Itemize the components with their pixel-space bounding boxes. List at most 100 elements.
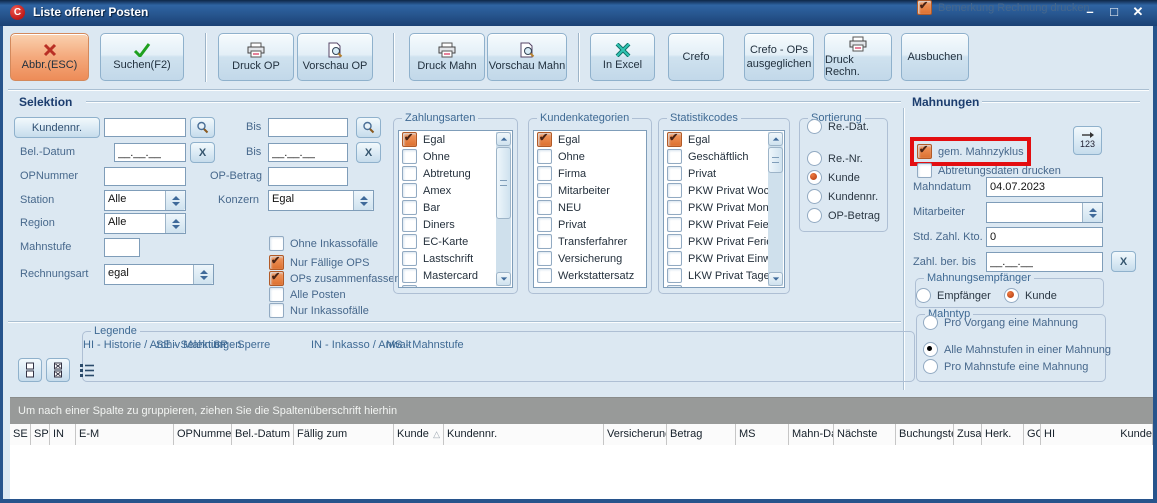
checkbox-icon[interactable] [402, 132, 417, 147]
preview-op-button[interactable]: Vorschau OP [297, 33, 373, 81]
checkbox-icon[interactable] [402, 149, 417, 164]
empfaenger-option[interactable]: Empfänger [916, 288, 991, 303]
column-header[interactable]: Fällig zum [294, 424, 394, 445]
preview-mahn-button[interactable]: Vorschau Mahn [487, 33, 567, 81]
list-view-button[interactable] [75, 358, 99, 382]
sort-option[interactable]: OP-Betrag [807, 208, 880, 223]
checkbox-icon[interactable] [269, 287, 284, 302]
column-header[interactable]: OPNummer [174, 424, 232, 445]
mitarbeiter-combo[interactable] [986, 202, 1103, 223]
zahl-ber-bis-clear-button[interactable]: X [1111, 251, 1136, 272]
column-header[interactable]: E-M [76, 424, 174, 445]
checkbox-icon[interactable] [402, 268, 417, 283]
list-item[interactable]: Egal [664, 131, 768, 148]
list-item[interactable]: LKW Privat Tages [664, 267, 768, 284]
checkbox-icon[interactable] [402, 166, 417, 181]
column-header[interactable]: HI [1041, 424, 1117, 445]
bel-datum-von-input[interactable] [114, 143, 186, 162]
checkbox-icon[interactable] [537, 251, 552, 266]
checkbox-icon[interactable] [402, 183, 417, 198]
list-item[interactable]: Firma [534, 165, 646, 182]
list-item[interactable]: LKW Privat Tages [664, 284, 768, 288]
option-checkbox[interactable]: Alle Posten [269, 287, 346, 302]
grid-body[interactable] [10, 445, 1153, 499]
kundennr-von-search-button[interactable] [190, 117, 215, 138]
check-all-button[interactable] [46, 358, 70, 382]
column-header[interactable]: Mahn-Dat. [789, 424, 834, 445]
region-combo[interactable]: Alle [104, 213, 186, 234]
checkbox-icon[interactable] [269, 255, 284, 270]
checkbox-icon[interactable] [917, 144, 932, 159]
column-header[interactable]: SE [10, 424, 31, 445]
std-zahl-kto-input[interactable] [986, 227, 1103, 247]
scrollbar-thumb[interactable] [496, 147, 511, 219]
radio-icon[interactable] [807, 151, 822, 166]
list-item[interactable]: PKW Privat Monat [664, 199, 768, 216]
kundenkategorien-list[interactable]: Egal Ohne Firma Mitarbeiter NEU Privat [533, 130, 647, 288]
checkbox-icon[interactable] [402, 251, 417, 266]
list-item[interactable]: Versicherung [534, 250, 646, 267]
checkbox-icon[interactable] [667, 285, 682, 288]
checkbox-icon[interactable] [667, 149, 682, 164]
mahntyp-option[interactable]: Pro Mahnstufe eine Mahnung [923, 359, 1088, 374]
crefo-ops-button[interactable]: Crefo - OPs ausgeglichen [744, 33, 814, 81]
scroll-down-icon[interactable] [768, 272, 783, 286]
radio-icon[interactable] [923, 359, 938, 374]
opnummer-input[interactable] [104, 167, 186, 186]
checkbox-icon[interactable] [667, 268, 682, 283]
checkbox-icon[interactable] [269, 236, 284, 251]
list-item[interactable]: Geschäftlich [664, 148, 768, 165]
search-button[interactable]: Suchen(F2) [100, 33, 184, 81]
column-header[interactable]: Betrag [667, 424, 736, 445]
sort-option[interactable]: Kunde [807, 170, 860, 185]
spinner-icon[interactable] [165, 214, 185, 233]
rechnungsart-combo[interactable]: egal [104, 264, 214, 285]
column-header[interactable]: Zusatztext [954, 424, 982, 445]
checkbox-icon[interactable] [269, 271, 284, 286]
mahntyp-option[interactable]: Pro Vorgang eine Mahnung [923, 315, 1078, 330]
list-item[interactable]: NEU [534, 199, 646, 216]
bel-datum-bis-clear-button[interactable]: X [356, 142, 381, 163]
kundennr-button[interactable]: Kundennr. [14, 117, 100, 138]
option-checkbox[interactable]: Ohne Inkassofälle [269, 236, 378, 251]
scroll-up-icon[interactable] [768, 132, 783, 146]
checkbox-icon[interactable] [667, 251, 682, 266]
checkbox-icon[interactable] [537, 234, 552, 249]
checkbox-icon[interactable] [537, 183, 552, 198]
checkbox-icon[interactable] [667, 234, 682, 249]
print-invoice-button[interactable]: Druck Rechn. [824, 33, 892, 81]
checkbox-icon[interactable] [667, 217, 682, 232]
excel-button[interactable]: In Excel [590, 33, 655, 81]
checkbox-icon[interactable] [537, 268, 552, 283]
spinner-icon[interactable] [165, 191, 185, 210]
radio-icon[interactable] [923, 342, 938, 357]
checkbox-icon[interactable] [402, 200, 417, 215]
renumber-button[interactable]: 123 [1073, 126, 1102, 155]
group-by-drop-zone[interactable]: Um nach einer Spalte zu gruppieren, zieh… [10, 397, 1153, 424]
list-item[interactable]: Mitarbeiter [534, 182, 646, 199]
list-item[interactable]: Ohne [534, 148, 646, 165]
station-combo[interactable]: Alle [104, 190, 186, 211]
option-checkbox[interactable]: OPs zusammenfassen [269, 271, 401, 286]
scrollbar-thumb[interactable] [768, 147, 783, 173]
kundennr-bis-search-button[interactable] [356, 117, 381, 138]
print-op-button[interactable]: Druck OP [218, 33, 294, 81]
option-checkbox[interactable]: Nur Fällige OPS [269, 255, 369, 270]
list-item[interactable]: PKW Privat Feierta [664, 216, 768, 233]
mahnstufe-input[interactable] [104, 238, 140, 257]
column-header[interactable]: IN [50, 424, 76, 445]
empfaenger-option[interactable]: Kunde [1004, 288, 1057, 303]
checkbox-icon[interactable] [667, 166, 682, 181]
sort-option[interactable]: Re.-Dat. [807, 119, 869, 134]
zahlungsarten-list[interactable]: Egal Ohne Abtretung Amex Bar Diners [398, 130, 513, 288]
list-item[interactable]: Egal [534, 131, 646, 148]
scroll-down-icon[interactable] [496, 272, 511, 286]
column-header[interactable]: Versicherung [604, 424, 667, 445]
radio-icon[interactable] [807, 208, 822, 223]
abort-button[interactable]: Abbr.(ESC) [10, 33, 89, 81]
mahnungen-checkbox[interactable]: Abtretungsdaten drucken [917, 163, 1061, 178]
close-icon[interactable]: ✕ [1131, 4, 1145, 20]
radio-icon[interactable] [807, 170, 822, 185]
checkbox-icon[interactable] [667, 200, 682, 215]
option-checkbox[interactable]: Nur Inkassofälle [269, 303, 369, 318]
